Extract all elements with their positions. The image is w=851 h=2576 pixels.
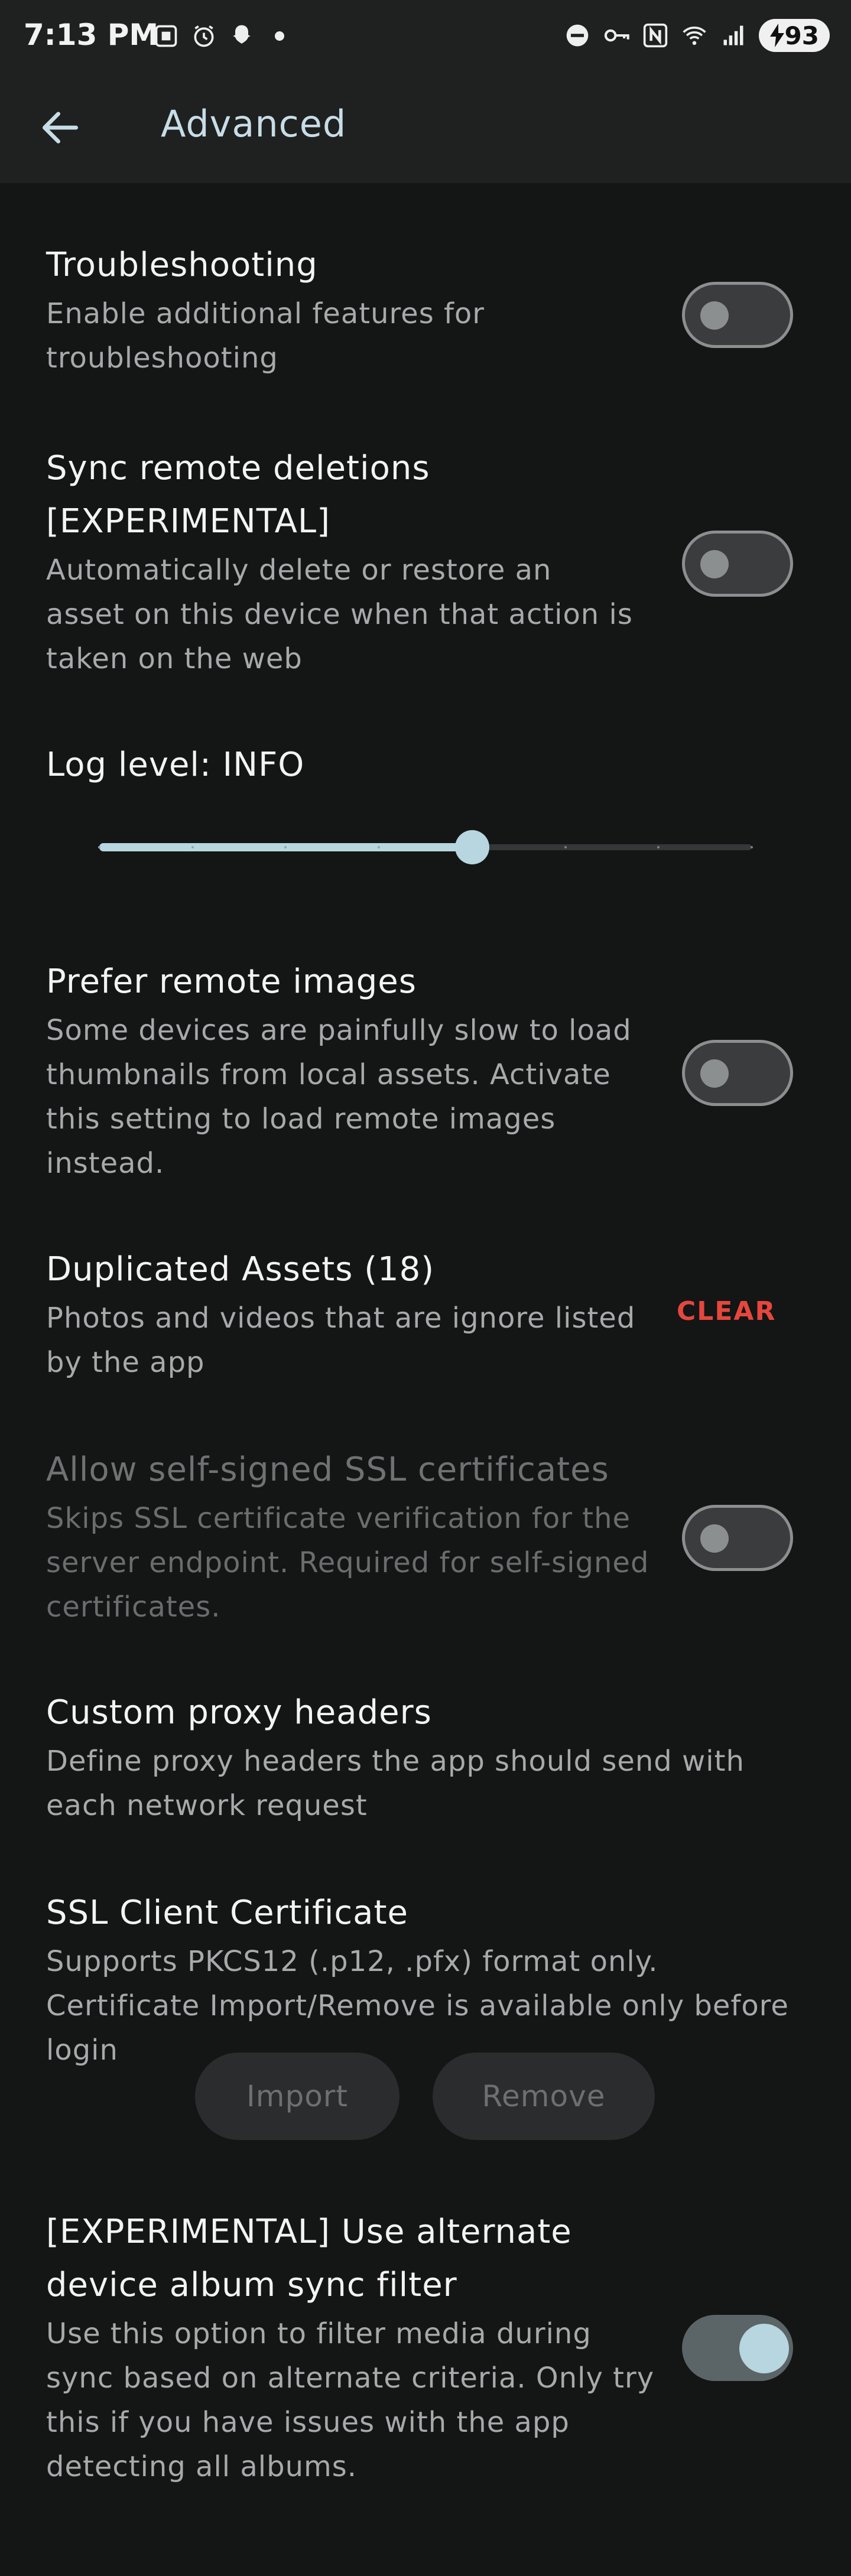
setting-prefer-remote-images[interactable]: Prefer remote images Some devices are pa… (46, 955, 637, 1186)
snapchat-icon (228, 22, 255, 50)
toggle-knob (739, 2324, 789, 2373)
setting-self-signed-ssl: Allow self-signed SSL certificates Skips… (46, 1443, 661, 1629)
setting-title: Allow self-signed SSL certificates (46, 1450, 609, 1489)
status-right-icons: 93 (564, 19, 830, 52)
setting-description: Enable additional features for troublesh… (46, 297, 485, 375)
setting-title: Troubleshooting (46, 246, 318, 284)
page-title: Advanced (161, 102, 347, 145)
setting-title: Prefer remote images (46, 962, 417, 1001)
setting-ssl-client-certificate: SSL Client Certificate Supports PKCS12 (… (46, 1887, 814, 2073)
slider-tick (98, 846, 100, 848)
log-level-label: Log level: INFO (46, 746, 305, 784)
prefer-remote-images-toggle[interactable] (682, 1040, 793, 1106)
setting-title: [EXPERIMENTAL] Use alternate device albu… (46, 2213, 572, 2304)
setting-description: Some devices are painfully slow to load … (46, 1014, 632, 1180)
remove-certificate-button[interactable]: Remove (433, 2053, 655, 2140)
import-certificate-button[interactable]: Import (195, 2053, 399, 2140)
wifi-icon (681, 22, 708, 49)
setting-title: Duplicated Assets (18) (46, 1250, 435, 1289)
status-bar: 7:13 PM 93 (0, 0, 851, 73)
vpn-key-icon (603, 22, 630, 49)
arrow-left-icon (43, 112, 79, 144)
nfc-icon (642, 22, 669, 49)
setting-description: Photos and videos that are ignore listed… (46, 1302, 636, 1379)
self-signed-ssl-toggle (682, 1505, 793, 1571)
toggle-knob (700, 550, 729, 578)
setting-title: SSL Client Certificate (46, 1894, 408, 1932)
battery-indicator: 93 (758, 19, 830, 52)
battery-level: 93 (784, 21, 819, 50)
setting-alternate-album-sync[interactable]: [EXPERIMENTAL] Use alternate device albu… (46, 2206, 661, 2489)
alternate-album-sync-toggle[interactable] (682, 2315, 793, 2381)
status-left-icons (152, 22, 293, 50)
signal-icon (720, 22, 747, 49)
setting-description: Define proxy headers the app should send… (46, 1745, 745, 1822)
setting-title: Custom proxy headers (46, 1693, 432, 1732)
setting-log-level: Log level: INFO (46, 739, 814, 792)
back-button[interactable] (37, 104, 84, 151)
status-time: 7:13 PM (24, 18, 159, 52)
slider-tick (564, 846, 567, 848)
bolt-icon (769, 24, 784, 47)
troubleshooting-toggle[interactable] (682, 282, 793, 348)
setting-description: Skips SSL certificate verification for t… (46, 1502, 649, 1624)
dnd-icon (564, 22, 591, 49)
setting-troubleshooting[interactable]: Troubleshooting Enable additional featur… (46, 239, 637, 380)
dot-icon (266, 22, 293, 50)
sync-remote-deletions-toggle[interactable] (682, 531, 793, 597)
app-bar: Advanced (0, 73, 851, 183)
setting-description: Automatically delete or restore an asset… (46, 554, 633, 675)
log-level-slider-thumb[interactable] (454, 830, 489, 864)
toggle-knob (700, 301, 729, 330)
toggle-knob (700, 1524, 729, 1553)
setting-sync-remote-deletions[interactable]: Sync remote deletions [EXPERIMENTAL] Aut… (46, 442, 637, 681)
alarm-icon (190, 22, 217, 50)
setting-description: Supports PKCS12 (.p12, .pfx) format only… (46, 1945, 789, 2067)
clear-duplicates-button[interactable]: CLEAR (677, 1296, 776, 1326)
setting-title: Sync remote deletions [EXPERIMENTAL] (46, 449, 430, 541)
screenshot-icon (152, 22, 180, 50)
slider-tick (191, 846, 194, 848)
setting-custom-proxy-headers[interactable]: Custom proxy headers Define proxy header… (46, 1686, 814, 1828)
setting-description: Use this option to filter media during s… (46, 2317, 655, 2483)
toggle-knob (700, 1059, 729, 1088)
setting-duplicated-assets: Duplicated Assets (18) Photos and videos… (46, 1243, 637, 1385)
slider-tick (751, 846, 753, 848)
